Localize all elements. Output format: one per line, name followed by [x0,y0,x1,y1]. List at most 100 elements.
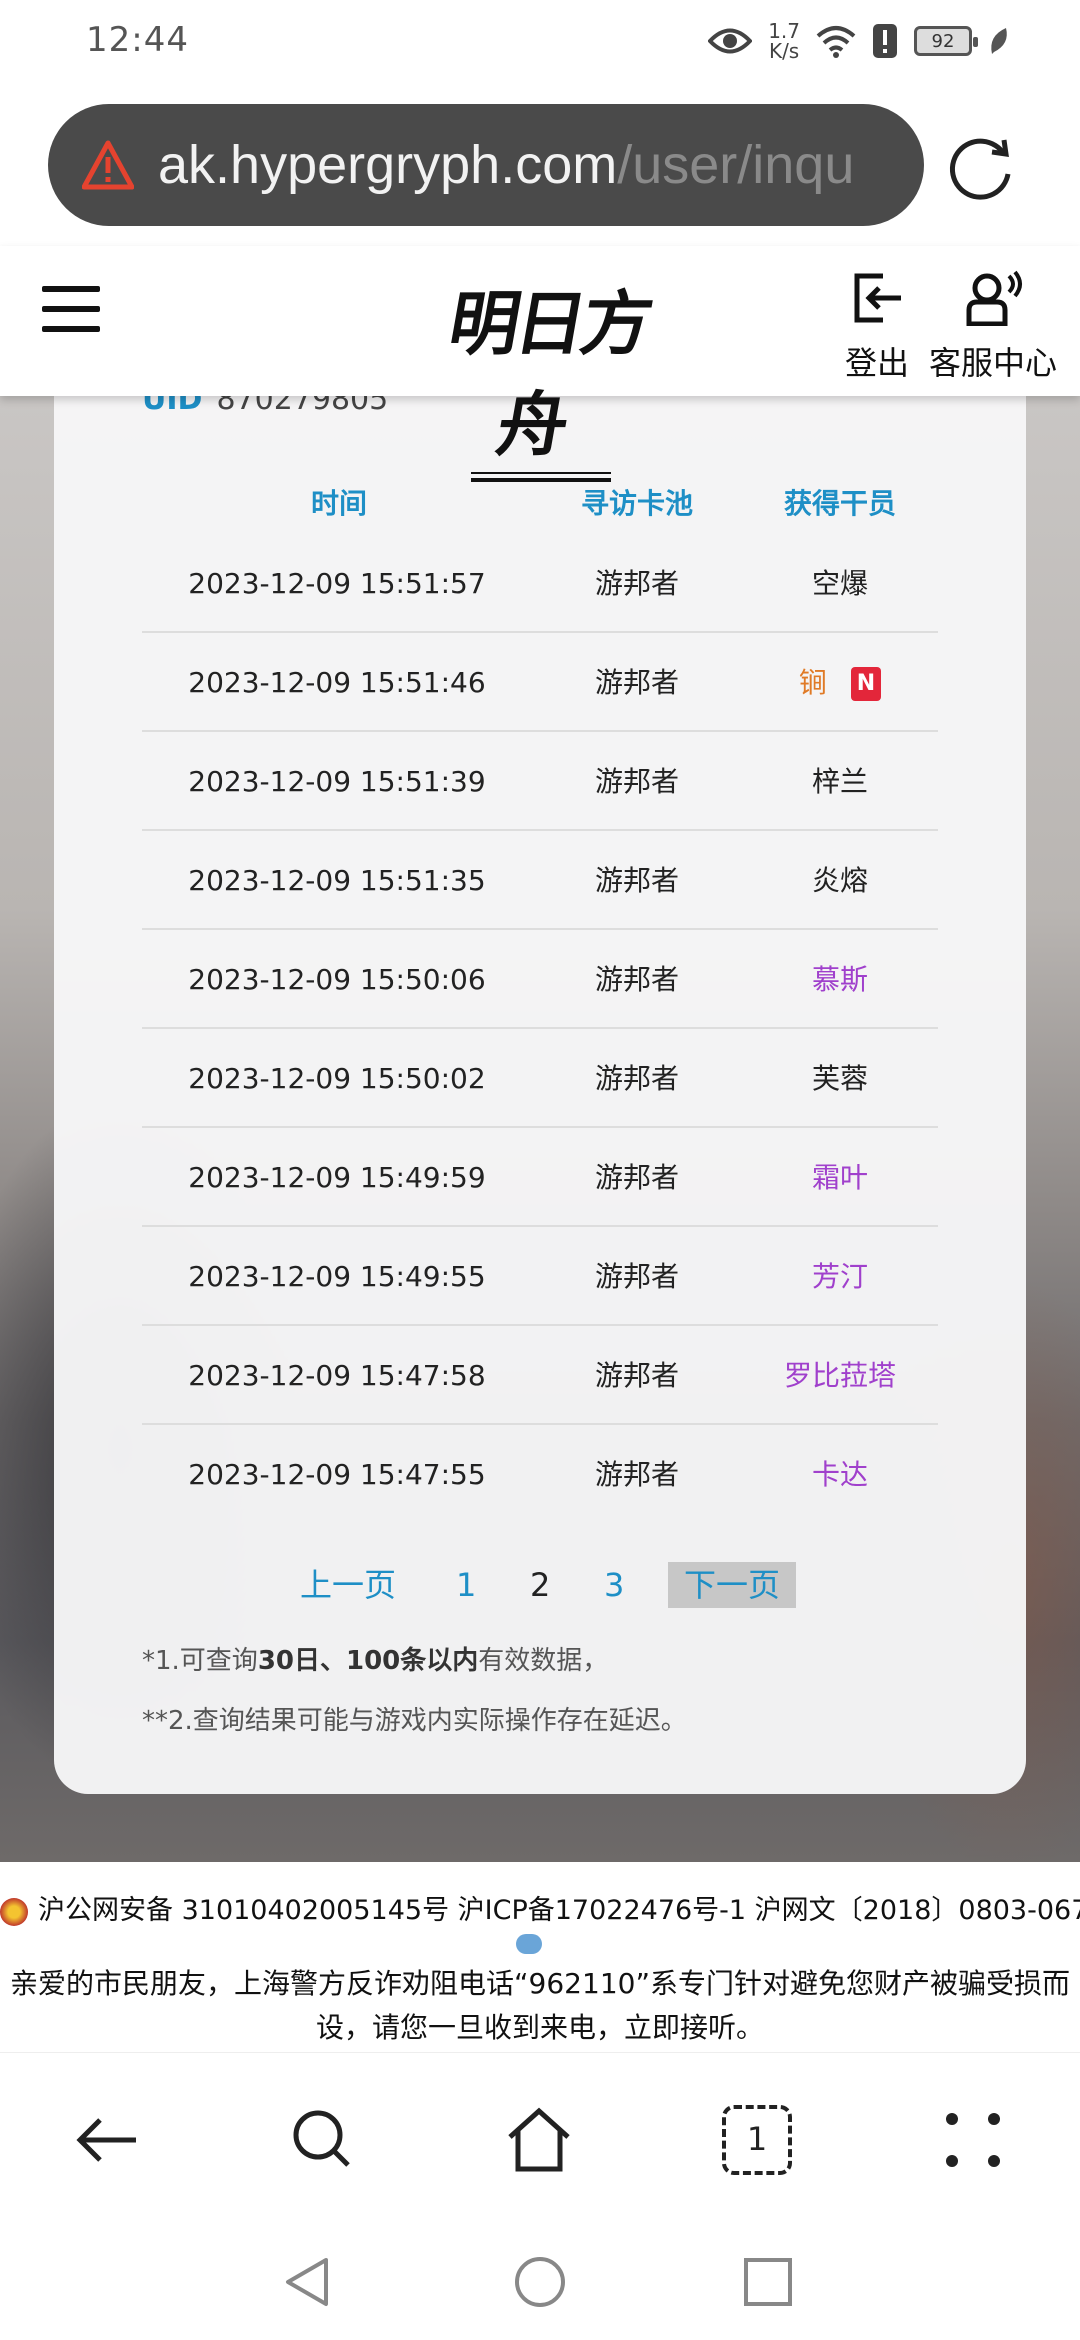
battery-icon: 92 [914,26,978,56]
page-3-button[interactable]: 3 [604,1562,624,1608]
customer-service-button[interactable]: 客服中心 [928,270,1058,384]
cell-time: 2023-12-09 15:47:58 [188,1359,486,1392]
warning-icon[interactable] [82,139,134,191]
customer-service-label: 客服中心 [928,344,1057,382]
table-row: 2023-12-09 15:50:02 游邦者 芙蓉 [142,1029,938,1128]
hamburger-menu-icon[interactable] [42,286,102,346]
cell-pool: 游邦者 [594,1260,679,1293]
alert-icon [873,24,897,58]
url-text[interactable]: ak.hypergryph.com/user/inqu [158,134,854,196]
operator-name: 霜叶 [811,1161,868,1194]
cell-pool: 游邦者 [594,567,679,600]
record-table: 2023-12-09 15:51:57 游邦者 空爆 2023-12-09 15:51… [142,534,938,1524]
tabs-icon[interactable]: 1 [722,2105,792,2175]
table-row: 2023-12-09 15:47:58 游邦者 罗比菈塔 [142,1326,938,1425]
icp-text[interactable]: 沪公网安备 31010402005145号 沪ICP备17022476号-1 沪… [38,1895,1080,1926]
note-1: *1.可查询30日、100条以内有效数据， [142,1646,609,1676]
cell-time: 2023-12-09 15:51:39 [188,765,486,798]
anti-fraud-message: 亲爱的市民朋友，上海警方反诈劝阻电话“962110”系专门针对避免您财产被骗受损… [10,1967,1070,2044]
cell-time: 2023-12-09 15:51:46 [188,666,486,699]
cell-pool: 游邦者 [594,1359,679,1392]
prev-page-button[interactable]: 上一页 [300,1562,396,1608]
cell-operator: 霜叶 [742,1128,938,1227]
eye-icon [708,28,753,54]
site-logo[interactable]: 明日方舟 [426,268,656,482]
cell-pool: 游邦者 [594,1062,679,1095]
icp-line: 沪公网安备 31010402005145号 沪ICP备17022476号-1 沪… [0,1888,1080,1927]
leaf-icon [991,28,1007,54]
triangle-back-icon[interactable] [280,2254,336,2310]
cell-time: 2023-12-09 15:51:35 [188,864,486,897]
cell-operator: 慕斯 [742,930,938,1029]
cell-pool: 游邦者 [594,963,679,996]
page-1-button[interactable]: 1 [456,1562,476,1608]
cell-operator: 空爆 [742,534,938,633]
table-row: 2023-12-09 15:51:57 游邦者 空爆 [142,534,938,633]
cell-time: 2023-12-09 15:49:55 [188,1260,486,1293]
site-footer: 沪公网安备 31010402005145号 沪ICP备17022476号-1 沪… [0,1862,1080,2052]
gacha-record-card: UID 870279805 时间 寻访卡池 获得干员 2023-12-09 15:… [54,334,1026,1794]
cell-operator: 罗比菈塔 [742,1326,938,1425]
status-time: 12:44 [86,20,189,60]
cell-time: 2023-12-09 15:51:57 [188,567,486,600]
url-host: ak.hypergryph.com [158,135,618,195]
logout-button[interactable]: 登出 [842,270,912,384]
table-row: 2023-12-09 15:51:35 游邦者 炎熔 [142,831,938,930]
cell-operator: 芳汀 [742,1227,938,1326]
table-row: 2023-12-09 15:51:39 游邦者 梓兰 [142,732,938,831]
operator-name: 慕斯 [811,963,868,996]
police-badge-icon [0,1897,28,1926]
column-header-pool: 寻访卡池 [580,487,693,520]
back-arrow-icon[interactable] [72,2105,142,2175]
pagination: 上一页 1 2 3 下一页 [54,1562,1026,1608]
cell-pool: 游邦者 [594,666,679,699]
table-row: 2023-12-09 15:50:06 游邦者 慕斯 [142,930,938,1029]
page-2-current: 2 [530,1566,551,1604]
cell-pool: 游邦者 [594,1458,679,1491]
cell-pool: 游邦者 [594,1161,679,1194]
status-bar: 12:44 1.7 K/s 92 [0,0,1080,86]
operator-name: 梓兰 [811,765,868,798]
operator-name: 罗比菈塔 [783,1359,896,1392]
operator-name: 芳汀 [811,1260,868,1293]
cell-pool: 游邦者 [594,765,679,798]
cell-operator: 炎熔 [742,831,938,930]
status-icons: 1.7 K/s 92 [708,16,1010,66]
table-row: 2023-12-09 15:51:46 游邦者 锏 N [142,633,938,732]
customer-service-icon [966,270,1022,327]
browser-bottom-nav: 1 [0,2052,1080,2216]
table-row: 2023-12-09 15:47:55 游邦者 卡达 [142,1425,938,1524]
cell-time: 2023-12-09 15:50:06 [188,963,486,996]
operator-name: 芙蓉 [811,1062,868,1095]
cell-time: 2023-12-09 15:50:02 [188,1062,486,1095]
operator-name: 锏 [798,666,827,699]
cell-operator: 卡达 [742,1425,938,1524]
next-page-button[interactable]: 下一页 [668,1562,796,1608]
table-row: 2023-12-09 15:49:55 游邦者 芳汀 [142,1227,938,1326]
search-icon[interactable] [288,2105,358,2175]
column-header-operator: 获得干员 [783,487,896,520]
url-bar[interactable]: ak.hypergryph.com/user/inqu [48,104,924,226]
reload-icon[interactable] [944,130,1018,204]
home-icon[interactable] [504,2105,574,2175]
cell-operator: 芙蓉 [742,1029,938,1128]
note-2: **2.查询结果可能与游戏内实际操作存在延迟。 [142,1706,687,1736]
table-row: 2023-12-09 15:49:59 游邦者 霜叶 [142,1128,938,1227]
net-speed: 1.7 K/s [768,19,800,63]
wifi-icon [816,26,856,58]
logout-label: 登出 [844,344,909,382]
cell-operator: 锏N [742,633,938,732]
small-logo-icon [516,1934,542,1954]
square-recent-icon[interactable] [740,2254,796,2310]
logout-icon [854,273,901,323]
system-nav-bar [0,2216,1080,2340]
logo-underline [471,472,611,482]
url-path: /user/inqu [617,135,855,195]
more-icon[interactable] [938,2105,1008,2175]
operator-name: 卡达 [811,1458,868,1491]
circle-home-icon[interactable] [512,2254,568,2310]
new-badge: N [851,667,881,701]
site-header: 明日方舟 登出 客服中心 [0,246,1080,482]
cell-pool: 游邦者 [594,864,679,897]
cell-time: 2023-12-09 15:49:59 [188,1161,486,1194]
